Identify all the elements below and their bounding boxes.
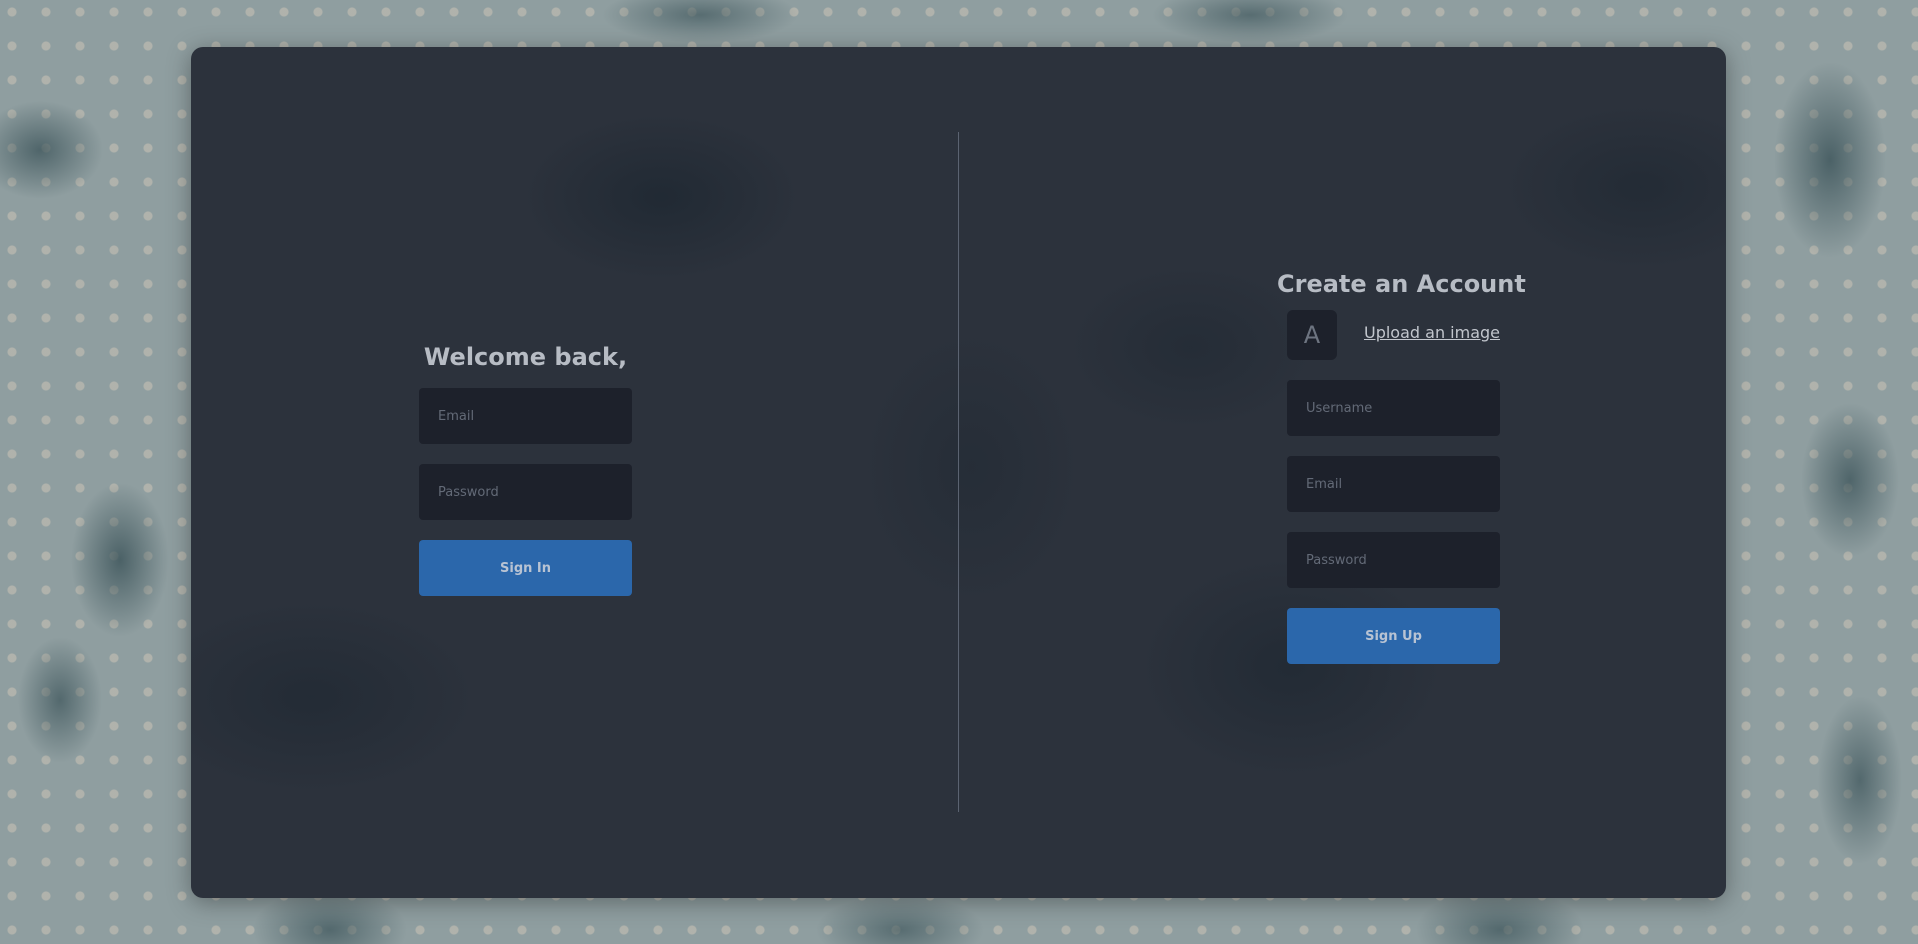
signup-panel: Create an Account A Upload an image Sign… (1277, 269, 1526, 664)
avatar-upload-row: A Upload an image (1287, 310, 1500, 360)
signin-email-input[interactable] (419, 388, 632, 444)
auth-card: Welcome back, Sign In Create an Account … (191, 47, 1726, 898)
sign-in-button[interactable]: Sign In (419, 540, 632, 596)
signin-password-input[interactable] (419, 464, 632, 520)
signup-email-input[interactable] (1287, 456, 1500, 512)
signup-username-input[interactable] (1287, 380, 1500, 436)
upload-image-link[interactable]: Upload an image (1364, 323, 1500, 342)
signin-panel: Welcome back, Sign In (419, 342, 632, 596)
avatar-placeholder[interactable]: A (1287, 310, 1337, 360)
signin-title: Welcome back, (423, 343, 628, 371)
sign-up-button[interactable]: Sign Up (1287, 608, 1500, 664)
signup-title: Create an Account (1277, 270, 1526, 298)
signup-password-input[interactable] (1287, 532, 1500, 588)
panel-divider (958, 132, 959, 812)
